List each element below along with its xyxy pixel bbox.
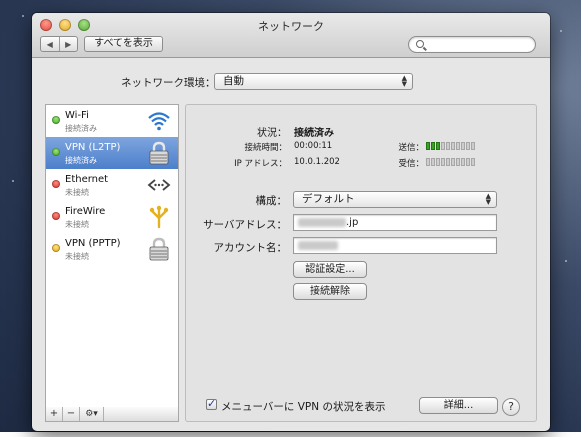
service-item-wifi[interactable]: Wi-Fi 接続済み: [46, 105, 178, 137]
service-name: VPN (PPTP): [65, 238, 121, 249]
meter-segment: [451, 158, 455, 166]
service-status: 未接続: [65, 188, 89, 197]
service-item-firewire[interactable]: FireWire 未接続: [46, 201, 178, 233]
location-label: ネットワーク環境：: [121, 77, 216, 89]
meter-segment: [431, 158, 435, 166]
advanced-button[interactable]: 詳細...: [419, 397, 498, 414]
firewire-icon: [147, 205, 171, 229]
service-status: 接続済み: [65, 156, 97, 165]
service-item-vpn-l2tp[interactable]: VPN (L2TP) 接続済み: [46, 137, 178, 169]
location-popup[interactable]: 自動 ▲ ▼: [214, 73, 413, 90]
lock-icon: [147, 237, 171, 261]
redacted-text: [298, 217, 346, 227]
service-status: 未接続: [65, 252, 89, 261]
configuration-label: 構成：: [255, 195, 288, 207]
forward-arrow-icon[interactable]: ▶: [58, 37, 78, 51]
meter-segment: [426, 158, 430, 166]
meter-segment: [461, 158, 465, 166]
status-label: 状況：: [257, 128, 287, 139]
meter-segment: [446, 158, 450, 166]
receive-label: 受信：: [398, 159, 424, 169]
service-list-controls: + − ⚙▾: [45, 407, 179, 422]
meter-segment: [436, 158, 440, 166]
account-name-label: アカウント名：: [213, 242, 288, 254]
add-service-button[interactable]: +: [46, 407, 63, 421]
ethernet-icon: [147, 173, 171, 197]
remove-service-button[interactable]: −: [63, 407, 80, 421]
meter-segment: [461, 142, 465, 150]
show-all-button[interactable]: すべてを表示: [84, 36, 163, 52]
disconnect-button[interactable]: 接続解除: [293, 283, 367, 300]
meter-segment: [446, 142, 450, 150]
show-vpn-status-label: メニューバーに VPN の状況を表示: [221, 401, 386, 413]
vpn-detail-pane: 状況： 接続済み 接続時間： 00:00:11 IP アドレス： 10.0.1.…: [185, 104, 537, 422]
server-address-field[interactable]: .jp: [293, 214, 497, 231]
help-button[interactable]: ?: [502, 398, 520, 416]
send-meter: [426, 142, 478, 150]
server-address-suffix: .jp: [346, 217, 359, 228]
wifi-icon: [147, 109, 171, 133]
service-status: 接続済み: [65, 124, 97, 133]
configuration-popup[interactable]: デフォルト ▲ ▼: [293, 191, 497, 208]
meter-segment: [426, 142, 430, 150]
status-value: 接続済み: [294, 128, 334, 139]
meter-segment: [466, 158, 470, 166]
search-icon: [416, 40, 424, 48]
meter-segment: [471, 142, 475, 150]
gear-menu-button[interactable]: ⚙▾: [80, 407, 104, 421]
ip-address-label: IP アドレス：: [234, 159, 287, 169]
status-dot-red: [52, 180, 60, 188]
connect-time-label: 接続時間：: [244, 143, 287, 153]
service-name: Wi-Fi: [65, 110, 89, 121]
send-label: 送信：: [398, 143, 424, 153]
service-name: VPN (L2TP): [65, 142, 121, 153]
meter-segment: [441, 158, 445, 166]
status-dot-yellow: [52, 244, 60, 252]
server-address-label: サーバアドレス：: [203, 219, 287, 231]
configuration-value: デフォルト: [302, 193, 355, 205]
service-item-ethernet[interactable]: Ethernet 未接続: [46, 169, 178, 201]
meter-segment: [471, 158, 475, 166]
show-vpn-status-checkbox[interactable]: [206, 397, 217, 410]
meter-segment: [466, 142, 470, 150]
lock-icon: [147, 141, 171, 165]
status-dot-red: [52, 212, 60, 220]
service-name: Ethernet: [65, 174, 109, 185]
status-dot-green: [52, 116, 60, 124]
titlebar: ネットワーク ◀ ▶ すべてを表示: [32, 13, 550, 58]
connect-time-value: 00:00:11: [294, 141, 333, 151]
service-status: 未接続: [65, 220, 89, 229]
meter-segment: [456, 158, 460, 166]
bottom-margin: [0, 432, 581, 437]
ip-address-value: 10.0.1.202: [294, 157, 340, 167]
back-arrow-icon[interactable]: ◀: [41, 37, 59, 51]
back-forward-control: ◀ ▶: [40, 36, 78, 52]
status-dot-green: [52, 148, 60, 156]
popup-arrows-icon: ▲ ▼: [485, 192, 491, 206]
window-title: ネットワーク: [258, 20, 324, 33]
meter-segment: [441, 142, 445, 150]
search-field[interactable]: [408, 36, 536, 53]
service-item-vpn-pptp[interactable]: VPN (PPTP) 未接続: [46, 233, 178, 265]
meter-segment: [436, 142, 440, 150]
service-name: FireWire: [65, 206, 106, 217]
service-list: Wi-Fi 接続済み VPN (L2TP) 接続済み Ethernet 未接続 …: [45, 104, 179, 408]
popup-arrows-icon: ▲ ▼: [401, 74, 407, 88]
meter-segment: [451, 142, 455, 150]
location-value: 自動: [223, 75, 244, 87]
authentication-settings-button[interactable]: 認証設定...: [293, 261, 367, 278]
redacted-text: [298, 240, 338, 250]
account-name-field[interactable]: [293, 237, 497, 254]
meter-segment: [456, 142, 460, 150]
receive-meter: [426, 158, 478, 166]
meter-segment: [431, 142, 435, 150]
network-preferences-window: ネットワーク ◀ ▶ すべてを表示 ネットワーク環境： 自動 ▲ ▼ Wi-Fi …: [32, 13, 550, 431]
